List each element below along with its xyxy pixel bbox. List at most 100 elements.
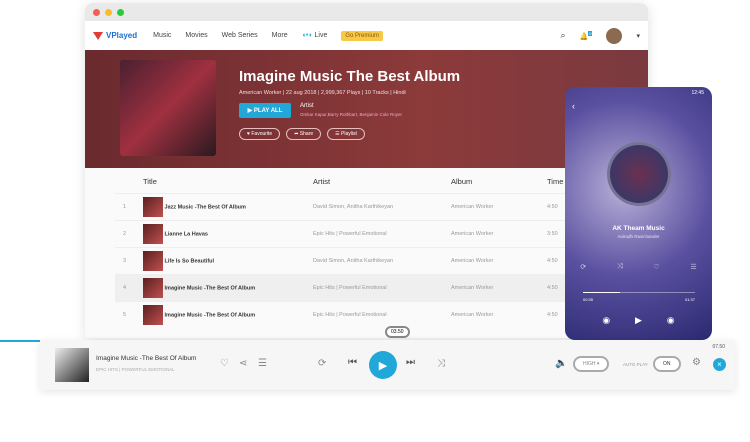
mobile-player: 12:45 ‹ AK Theam Music Anirudh Ravichand… bbox=[565, 87, 712, 340]
track-number: 2 bbox=[115, 219, 143, 247]
col-artist: Artist bbox=[313, 177, 331, 187]
track-album: American Worker bbox=[451, 300, 547, 328]
queue-icon[interactable]: ☰ bbox=[690, 263, 696, 271]
repeat-icon[interactable]: ⟳ bbox=[580, 263, 586, 271]
track-number: 5 bbox=[115, 300, 143, 328]
volume-icon[interactable]: 🔈 bbox=[555, 358, 567, 369]
autoplay-label: AUTO PLAY bbox=[623, 362, 648, 367]
bell-icon[interactable]: 🔔0 bbox=[580, 30, 593, 40]
track-artist: Epic Hits | Powerful Emotional bbox=[313, 273, 451, 301]
live-icon: ◖•◗ bbox=[301, 32, 313, 39]
track-title[interactable]: Imagine Music -The Best Of Album bbox=[165, 285, 256, 291]
phone-elapsed: 00:35 bbox=[583, 297, 594, 302]
track-title[interactable]: Imagine Music -The Best Of Album bbox=[165, 312, 256, 318]
nav-more[interactable]: More bbox=[272, 32, 288, 39]
logo-icon bbox=[93, 31, 103, 40]
notification-badge: 0 bbox=[588, 30, 593, 36]
col-time: Time bbox=[547, 177, 564, 187]
quality-select[interactable]: HIGH ▾ bbox=[573, 356, 610, 372]
track-title-cell: Life Is So Beautiful bbox=[143, 246, 313, 274]
heart-icon[interactable]: ♡ bbox=[653, 263, 659, 271]
track-artist: Epic Hits | Powerful Emotional bbox=[313, 300, 451, 328]
table-row[interactable]: 1 Jazz Music -The Best Of Album David Si… bbox=[115, 192, 565, 220]
nav-music[interactable]: Music bbox=[153, 32, 171, 39]
shuffle-icon[interactable]: ⤨ bbox=[437, 358, 445, 369]
player-bar: Imagine Music -The Best Of Album EPIC HI… bbox=[40, 340, 735, 390]
track-time: 4:50 bbox=[547, 300, 565, 328]
queue-icon[interactable]: ☰ bbox=[258, 358, 267, 369]
play-icon[interactable]: ▶ bbox=[635, 315, 642, 326]
logo-text: VPlayed bbox=[106, 31, 138, 40]
top-nav: VPlayed Music Movies Web Series More ◖•◗… bbox=[85, 21, 648, 50]
chevron-down-icon[interactable]: ▾ bbox=[636, 32, 640, 40]
share-icon[interactable]: ⋖ bbox=[239, 358, 247, 369]
phone-track-title: AK Theam Music bbox=[612, 225, 665, 232]
play-all-button[interactable]: ▶ PLAY ALL bbox=[239, 103, 291, 118]
maximize-dot[interactable] bbox=[117, 8, 124, 16]
next-icon[interactable]: ◉ bbox=[667, 315, 675, 326]
now-playing-title: Imagine Music -The Best Of Album bbox=[96, 355, 197, 362]
repeat-icon[interactable]: ⟳ bbox=[318, 358, 326, 369]
avatar[interactable] bbox=[606, 27, 623, 44]
phone-progress[interactable] bbox=[583, 292, 695, 293]
track-time: 4:50 bbox=[547, 246, 565, 274]
playlist-button[interactable]: ☰ Playlist bbox=[327, 128, 365, 140]
track-title-cell: Imagine Music -The Best Of Album bbox=[143, 273, 313, 301]
now-playing-subtitle: EPIC HITS | POWERFUL EMOTIONAL bbox=[96, 367, 175, 372]
prev-icon[interactable]: ◉ bbox=[602, 315, 610, 326]
track-album: American Worker bbox=[451, 219, 547, 247]
phone-total: 01:37 bbox=[684, 297, 695, 302]
go-premium-button[interactable]: Go Premium bbox=[341, 30, 384, 41]
track-thumb bbox=[143, 304, 163, 325]
now-playing-thumb bbox=[55, 348, 89, 382]
settings-icon[interactable]: ⚙ bbox=[692, 357, 701, 368]
table-row[interactable]: 4 Imagine Music -The Best Of Album Epic … bbox=[115, 273, 565, 301]
col-album: Album bbox=[451, 177, 473, 187]
track-title[interactable]: Life Is So Beautiful bbox=[165, 258, 215, 264]
logo[interactable]: VPlayed bbox=[93, 31, 137, 40]
close-dot[interactable] bbox=[93, 8, 100, 16]
quality-value: HIGH bbox=[583, 361, 596, 367]
autoplay-toggle[interactable]: ON bbox=[653, 356, 681, 372]
minimize-dot[interactable] bbox=[105, 8, 112, 16]
nav-movies[interactable]: Movies bbox=[185, 32, 207, 39]
search-icon[interactable]: ⌕ bbox=[560, 30, 565, 41]
track-title[interactable]: Jazz Music -The Best Of Album bbox=[165, 204, 246, 210]
close-player-icon[interactable]: × bbox=[713, 358, 726, 371]
nav-web-series[interactable]: Web Series bbox=[222, 32, 258, 39]
nav-live[interactable]: ◖•◗ Live bbox=[302, 32, 328, 39]
artist-names: Omkar Kapur,Barry Rothbart, Benjamin Col… bbox=[300, 112, 403, 117]
album-meta: American Worker | 22 aug 2018 | 2,999,36… bbox=[239, 90, 406, 96]
shuffle-icon[interactable]: ⤨ bbox=[617, 263, 623, 271]
table-row[interactable]: 5 Imagine Music -The Best Of Album Epic … bbox=[115, 300, 565, 328]
play-button[interactable]: ▶ bbox=[369, 351, 397, 379]
track-thumb bbox=[143, 196, 163, 217]
track-title-cell: Imagine Music -The Best Of Album bbox=[143, 300, 313, 328]
share-button[interactable]: ➦ Share bbox=[286, 128, 322, 140]
track-number: 1 bbox=[115, 192, 143, 220]
track-title-cell: Lianne La Havas bbox=[143, 219, 313, 247]
col-title: Title bbox=[143, 177, 157, 187]
browser-window: VPlayed Music Movies Web Series More ◖•◗… bbox=[85, 3, 648, 338]
current-time-bubble: 03.50 bbox=[385, 326, 410, 338]
track-time: 4:50 bbox=[547, 273, 565, 301]
previous-icon[interactable]: ⏮ bbox=[348, 357, 357, 368]
track-artist: Epic Hits | Powerful Emotional bbox=[313, 219, 451, 247]
album-title: Imagine Music The Best Album bbox=[239, 68, 461, 85]
phone-track-artist: Anirudh Ravichander bbox=[617, 234, 660, 239]
title-bar bbox=[85, 3, 648, 21]
favourite-button[interactable]: ♥ Favourite bbox=[239, 128, 281, 140]
track-artist: David Simon, Anitha Karthikeyan bbox=[313, 246, 451, 274]
track-number: 3 bbox=[115, 246, 143, 274]
track-title[interactable]: Lianne La Havas bbox=[165, 231, 208, 237]
next-icon[interactable]: ⏭ bbox=[406, 357, 415, 368]
table-row[interactable]: 2 Lianne La Havas Epic Hits | Powerful E… bbox=[115, 219, 565, 247]
album-cover bbox=[120, 60, 216, 156]
phone-clock: 12:45 bbox=[691, 90, 704, 96]
track-artist: David Simon, Anitha Karthikeyan bbox=[313, 192, 451, 220]
back-icon[interactable]: ‹ bbox=[572, 101, 575, 111]
heart-icon[interactable]: ♡ bbox=[220, 358, 229, 369]
track-album: American Worker bbox=[451, 192, 547, 220]
table-row[interactable]: 3 Life Is So Beautiful David Simon, Anit… bbox=[115, 246, 565, 274]
track-album: American Worker bbox=[451, 246, 547, 274]
